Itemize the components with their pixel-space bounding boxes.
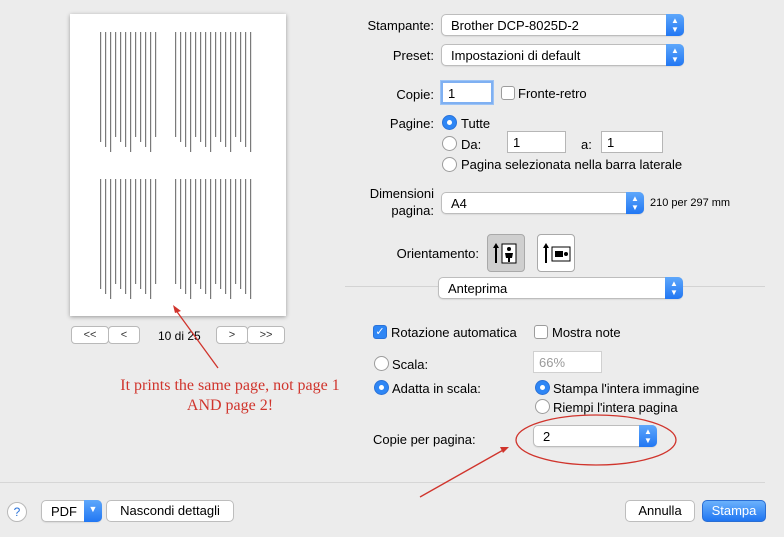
- annotation-arrow-up: [173, 305, 219, 369]
- annotation-line-1: It prints the same page, not page 1: [120, 377, 340, 394]
- annotation-text: It prints the same page, not page 1 AND …: [96, 376, 364, 416]
- annotation-line-2: AND page 2!: [186, 397, 274, 414]
- annotation-ellipse: [515, 414, 677, 466]
- annotation-overlay: [173, 305, 677, 498]
- annotation-arrow-right: [419, 447, 509, 498]
